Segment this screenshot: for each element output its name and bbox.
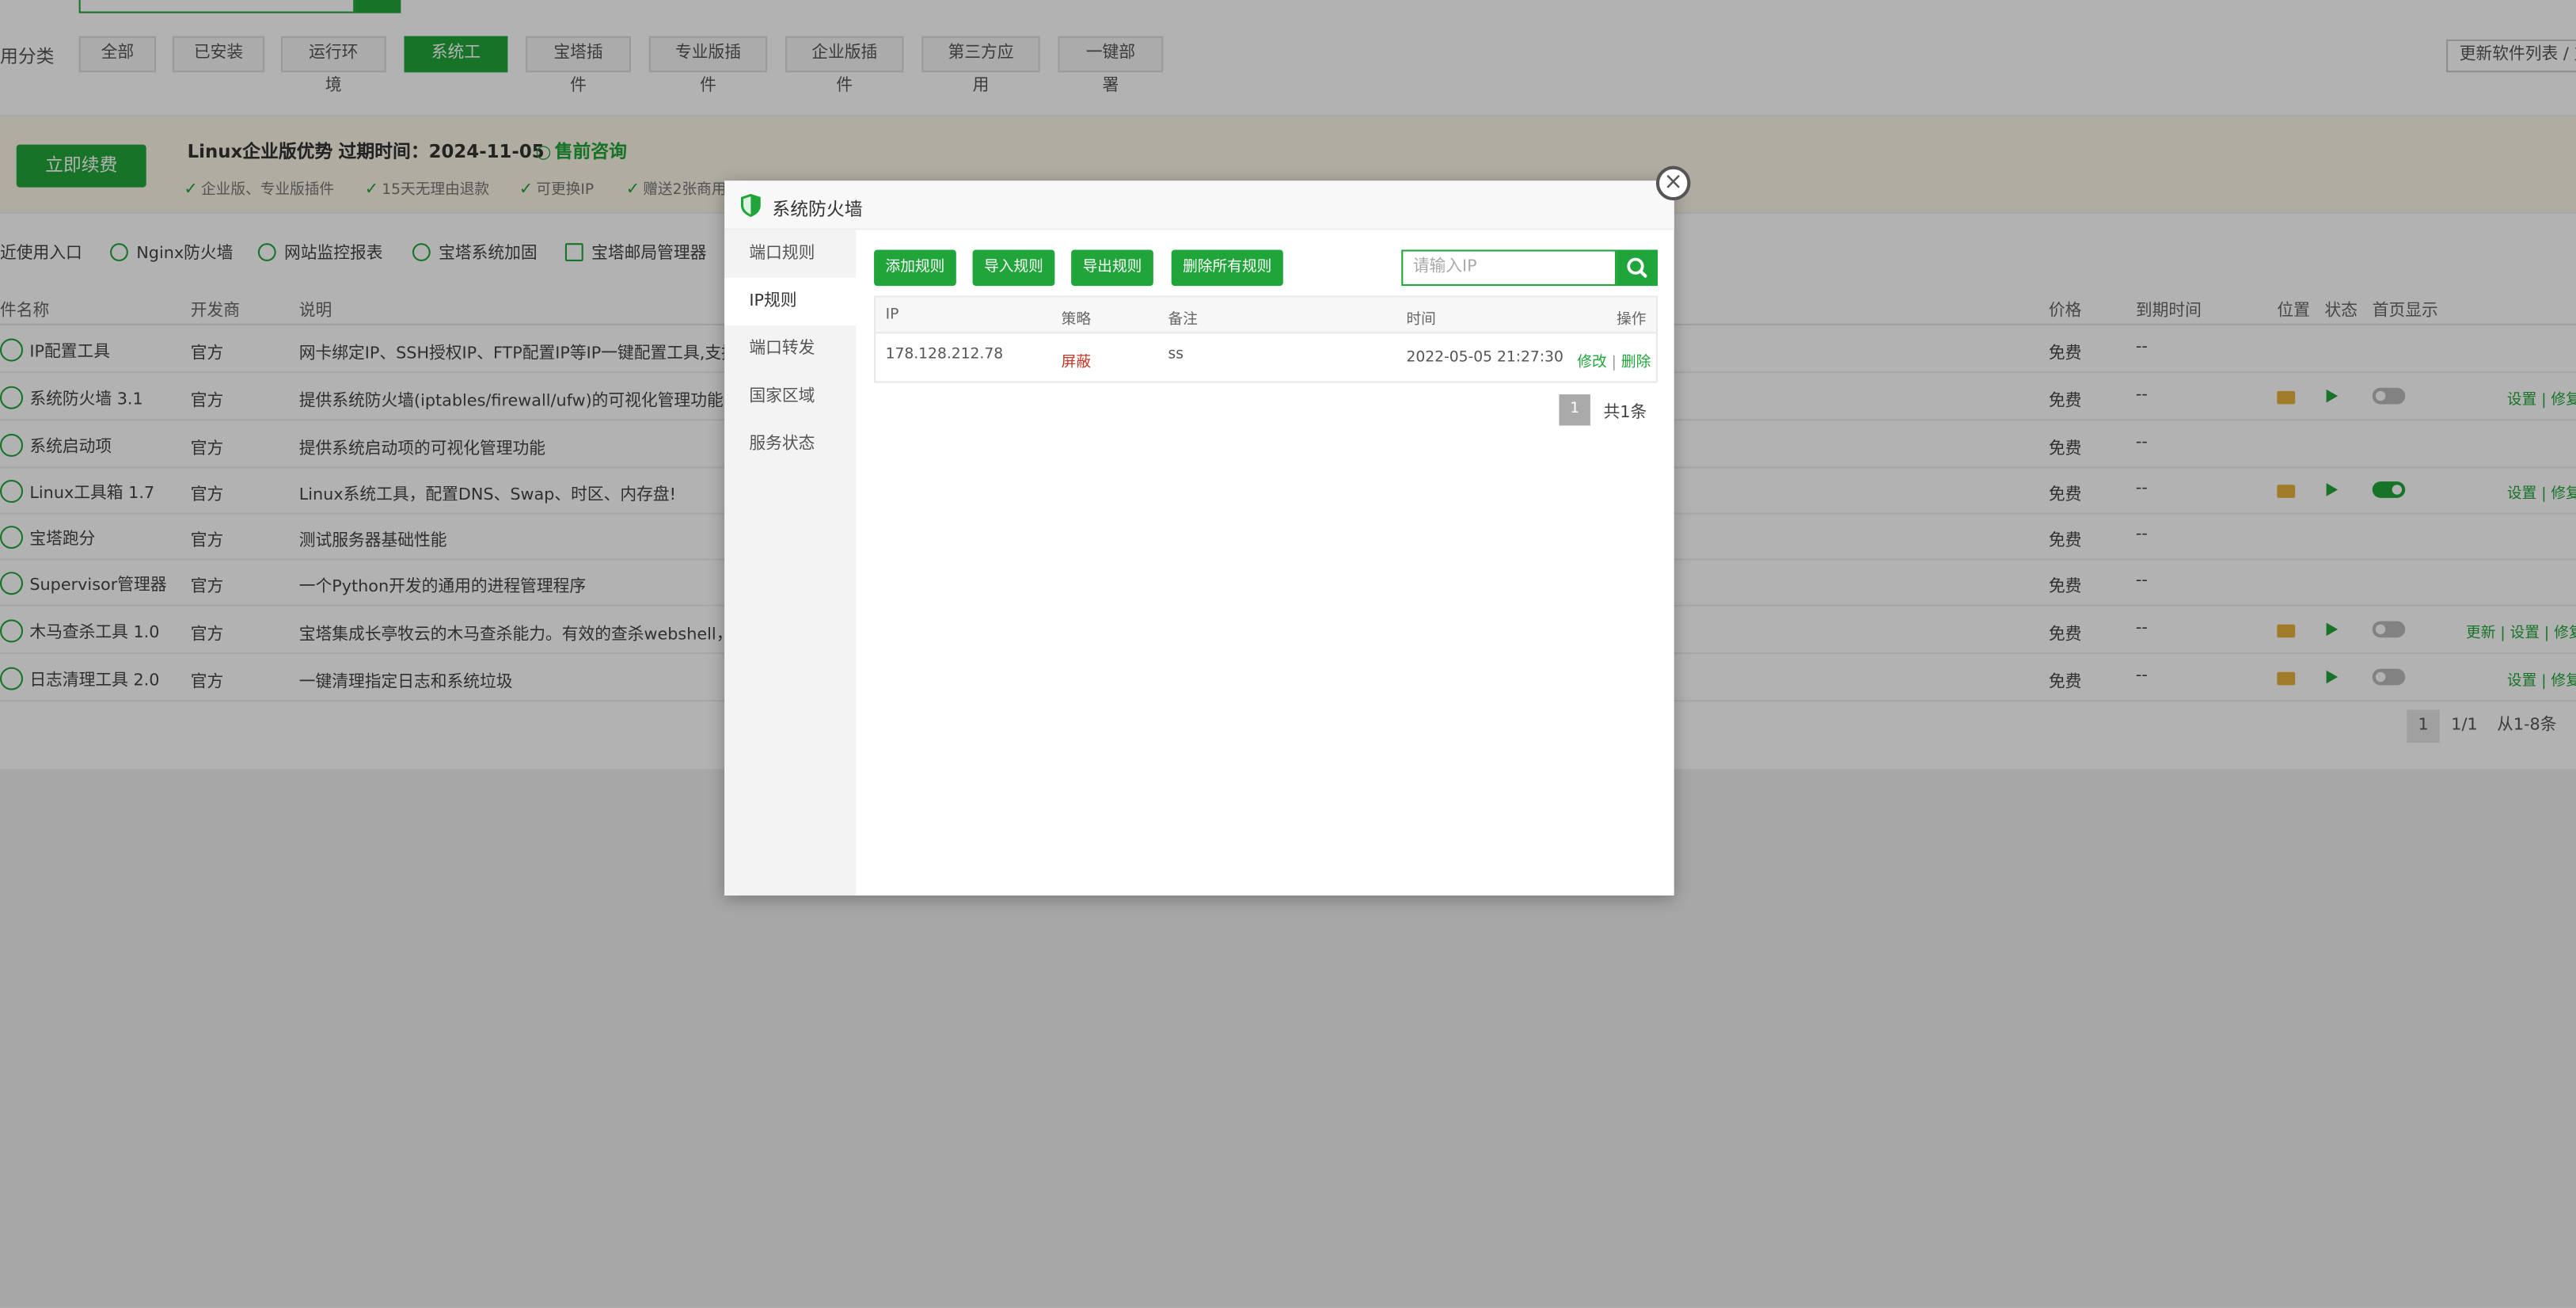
rule-note: ss (1168, 346, 1184, 363)
tab-ip-rules[interactable]: IP规则 (724, 277, 857, 325)
firewall-modal: 系统防火墙 端口规则 IP规则 端口转发 国家区域 服务状态 添加规则 导入规则… (724, 181, 1674, 896)
search-icon (1627, 257, 1647, 278)
tab-port-forward[interactable]: 端口转发 (724, 325, 856, 373)
col-ip: IP (885, 307, 899, 324)
ip-search-input[interactable]: 请输入IP (1401, 249, 1617, 287)
modal-header (724, 181, 1674, 230)
col-time: 时间 (1406, 312, 1436, 329)
modal-page-current[interactable]: 1 (1559, 394, 1590, 426)
modal-page-total: 共1条 (1603, 404, 1647, 423)
ip-rules-table: IP 策略 备注 时间 操作 178.128.212.78 屏蔽 ss 2022… (874, 295, 1658, 383)
ip-search-button[interactable] (1617, 249, 1658, 287)
col-policy: 策略 (1061, 312, 1092, 329)
app-root: 用分类 全部 已安装 运行环境 系统工具 宝塔插件 专业版插件 企业版插件 第三… (0, 0, 2576, 1308)
ip-table-header (876, 297, 1656, 334)
rule-policy: 屏蔽 (1061, 355, 1092, 372)
add-rule-button[interactable]: 添加规则 (874, 249, 956, 287)
export-rule-button[interactable]: 导出规则 (1071, 249, 1153, 287)
col-note: 备注 (1168, 312, 1198, 329)
delete-rule-link[interactable]: 删除 (1621, 355, 1651, 371)
shield-icon (740, 193, 761, 217)
rule-actions: 修改 | 删除 (1577, 350, 1651, 371)
col-ops: 操作 (1617, 312, 1647, 329)
tab-country-region[interactable]: 国家区域 (724, 373, 856, 420)
tab-service-status[interactable]: 服务状态 (724, 420, 856, 468)
modal-title: 系统防火墙 (772, 199, 863, 221)
tab-port-rules[interactable]: 端口规则 (724, 230, 856, 278)
modal-close-button[interactable]: × (1655, 165, 1691, 201)
edit-rule-link[interactable]: 修改 (1577, 355, 1606, 371)
action-separator: | (1611, 355, 1617, 372)
close-icon: × (1663, 169, 1683, 196)
delete-all-rules-button[interactable]: 删除所有规则 (1171, 249, 1283, 287)
rule-ip: 178.128.212.78 (885, 346, 1004, 363)
import-rule-button[interactable]: 导入规则 (972, 249, 1055, 287)
rule-time: 2022-05-05 21:27:30 (1406, 350, 1563, 367)
